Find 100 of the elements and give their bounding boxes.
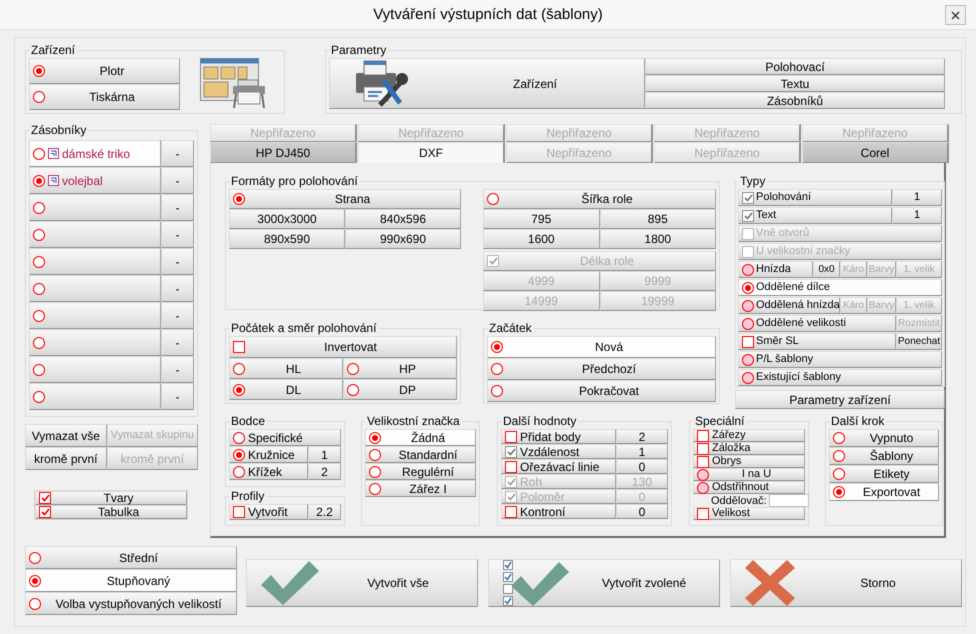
bin-action-button[interactable]: - [161,140,194,167]
option-button[interactable]: Tiskárna [29,84,180,110]
option-button[interactable]: Regulérní [365,463,476,480]
bin-button[interactable] [29,248,161,275]
size-button[interactable]: 1600 [483,229,600,249]
option-button[interactable]: Pokračovat [487,380,716,402]
option-button[interactable]: Odstřihnout [693,481,805,494]
bin-button[interactable] [29,221,161,248]
bin-action-button[interactable]: - [161,194,194,221]
parameter-button[interactable]: Zásobníků [645,92,945,109]
tab[interactable]: DXF [358,142,505,163]
parameter-button[interactable]: Polohovací [645,58,945,75]
option-button[interactable]: Křížek [229,463,308,480]
option-button[interactable]: Hnízda [738,261,813,278]
bin-button[interactable] [29,275,161,302]
option-button[interactable]: Žádná [365,429,476,446]
option-button[interactable]: Polohování [738,189,892,206]
option-button[interactable]: HP [343,358,457,379]
option-button[interactable]: Předchozí [487,358,716,380]
option-button[interactable]: Specifické [229,429,341,446]
bin-button[interactable] [29,383,161,410]
option-button[interactable]: Stupňovaný [25,569,237,592]
bin-button[interactable] [29,194,161,221]
size-button[interactable]: 895 [600,209,716,229]
option-button[interactable]: Exportovat [829,483,939,501]
option-button[interactable]: Šablony [829,447,939,465]
option-button[interactable]: Směr SL [738,333,896,350]
bin-action-button[interactable]: - [161,248,194,275]
bin-action-button[interactable]: - [161,302,194,329]
value-button[interactable]: 1 [616,444,668,459]
parameter-button[interactable]: Textu [645,75,945,92]
option-button[interactable]: DL [229,379,343,400]
bin-action-button[interactable]: - [161,221,194,248]
option-button[interactable]: Nová [487,336,716,358]
value-button[interactable]: 0 [616,459,668,474]
value-button[interactable]: 2.2 [308,504,341,520]
option-button[interactable]: Obrys [693,455,805,468]
option-button[interactable]: Šířka role [483,189,716,209]
option-button[interactable]: Záložka [693,442,805,455]
size-button[interactable]: 1800 [600,229,716,249]
option-button[interactable]: Oddělené dílce [738,279,942,296]
separator-field[interactable] [768,494,809,507]
bin-button[interactable] [29,302,161,329]
value-button[interactable]: 0 [616,504,668,519]
option-button[interactable]: Oddělené velikosti [738,315,896,332]
option-button[interactable]: P/L šablony [738,351,942,368]
bin-action-button[interactable]: - [161,383,194,410]
option-button[interactable]: Existující šablony [738,369,942,386]
size-button[interactable]: 840x596 [345,209,461,229]
bin-action-button[interactable]: - [161,167,194,194]
option-button[interactable]: Střední [25,546,237,569]
option-button[interactable]: Kontroní [501,504,616,519]
option-button[interactable]: I na U [693,468,805,481]
value-button[interactable]: 2 [308,463,341,480]
option-button[interactable]: Etikety [829,465,939,483]
device-settings-button[interactable]: Zařízení [329,58,645,109]
tab[interactable]: Corel [802,142,949,163]
value-button[interactable]: 1 [892,207,942,224]
bin-button[interactable] [29,356,161,383]
bin-button[interactable]: volejbal [29,167,161,194]
size-button[interactable]: 890x590 [229,229,345,249]
bin-button[interactable]: dámské triko [29,140,161,167]
value-button[interactable]: 1 [308,446,341,463]
size-button[interactable]: 795 [483,209,600,229]
close-button[interactable] [945,5,966,25]
option-button[interactable]: Plotr [29,58,180,84]
option-button[interactable]: Vzdálenost [501,444,616,459]
option-button[interactable]: Ponechat [896,333,942,350]
clear-button[interactable]: Vymazat vše [25,424,107,447]
option-button[interactable]: Kružnice [229,446,308,463]
option-button[interactable]: Oddělená hnízda [738,297,840,314]
option-button[interactable]: Zářezy [693,429,805,442]
option-button[interactable]: Přidat body [501,429,616,444]
option-button[interactable]: Invertovat [229,336,457,358]
option-button[interactable]: Tabulka [35,505,187,519]
value-button[interactable]: 1 [892,189,942,206]
bin-action-button[interactable]: - [161,329,194,356]
option-button[interactable]: DP [343,379,457,400]
bin-action-button[interactable]: - [161,275,194,302]
bin-action-button[interactable]: - [161,356,194,383]
clear-button[interactable]: kromě první [25,447,107,470]
value-button[interactable]: 2 [616,429,668,444]
bin-button[interactable] [29,329,161,356]
option-button[interactable]: Vypnuto [829,429,939,447]
tab[interactable]: HP DJ450 [210,142,357,163]
option-button[interactable]: 0x0 [813,261,840,278]
option-button[interactable]: Zářez I [365,480,476,497]
option-button[interactable]: Tvary [35,491,187,505]
size-button[interactable]: 3000x3000 [229,209,345,229]
option-button[interactable]: Ořezávací linie [501,459,616,474]
action-button[interactable]: Storno [730,559,962,607]
device-parameters-button[interactable]: Parametry zařízení [735,390,945,409]
option-button[interactable]: Vytvořit [229,504,308,520]
option-button[interactable]: Strana [229,189,461,209]
option-button[interactable]: Velikost [693,507,805,520]
option-button[interactable]: Volba vystupňovaných velikostí [25,592,237,615]
option-button[interactable]: Text [738,207,892,224]
action-button[interactable]: Vytvořit vše [246,559,478,607]
action-button[interactable]: Vytvořit zvolené [488,559,720,607]
size-button[interactable]: 990x690 [345,229,461,249]
